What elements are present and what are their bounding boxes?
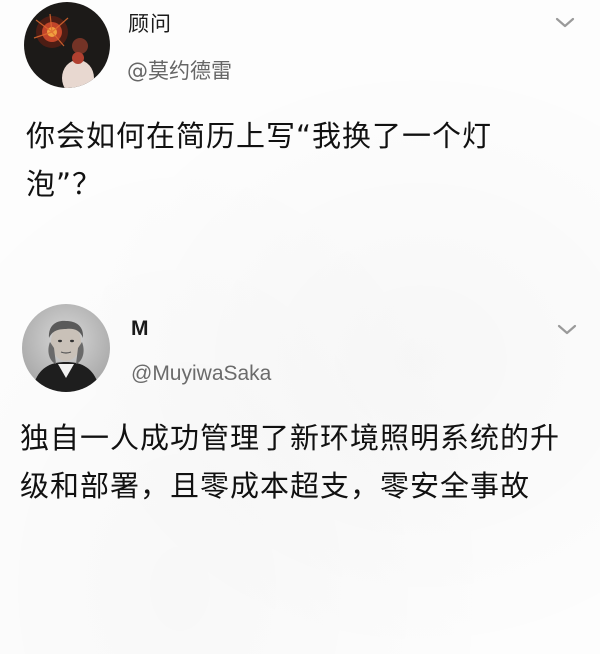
tweet-text: 独自一人成功管理了新环境照明系统的升级和部署，且零成本超支，零安全事故 bbox=[20, 421, 561, 503]
chevron-down-icon[interactable] bbox=[556, 323, 578, 337]
avatar[interactable] bbox=[22, 304, 110, 392]
display-name[interactable]: M bbox=[131, 317, 150, 341]
chevron-down-icon[interactable] bbox=[554, 16, 576, 30]
tweet-text: 你会如何在简历上写“我换了一个灯泡”？ bbox=[26, 119, 493, 201]
display-name[interactable]: 顾问 bbox=[128, 8, 172, 38]
tweet-1: 顾问 @莫约德雷 你会如何在简历上写“我换了一个灯泡”？ bbox=[0, 0, 600, 290]
user-handle[interactable]: @莫约德雷 bbox=[127, 55, 232, 85]
avatar-portrait-image bbox=[22, 304, 110, 392]
tweet-2: M @MuyiwaSaka 独自一人成功管理了新环境照明系统的升级和部署，且零成… bbox=[0, 300, 600, 654]
avatar[interactable] bbox=[24, 2, 110, 88]
user-handle[interactable]: @MuyiwaSaka bbox=[131, 362, 271, 386]
avatar-fireworks-image bbox=[24, 2, 110, 88]
tweet-thread: 顾问 @莫约德雷 你会如何在简历上写“我换了一个灯泡”？ M @MuyiwaSa… bbox=[0, 0, 600, 654]
